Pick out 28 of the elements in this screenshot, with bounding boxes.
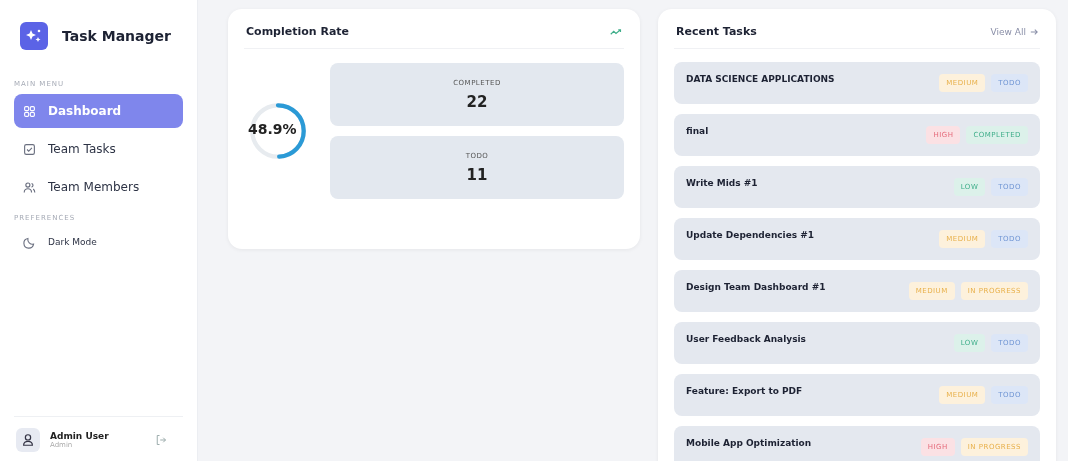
app-title: Task Manager [62,28,171,44]
task-title: Design Team Dashboard #1 [686,282,826,292]
completion-percent: 48.9% [248,121,297,137]
task-title: final [686,126,709,136]
arrow-right-icon [1030,27,1038,36]
task-title: Mobile App Optimization [686,438,812,448]
grid-icon [23,104,36,118]
task-title: Feature: Export to PDF [686,386,803,396]
avatar [16,428,40,452]
nav-item[interactable]: Dark Mode [14,228,183,256]
sparkle-logo-icon [20,22,48,50]
nav-item[interactable]: Team Tasks [14,132,183,166]
users-icon [23,180,36,194]
card-title: Recent Tasks [676,25,757,38]
nav-item[interactable]: Team Members [14,170,183,204]
moon-icon [23,235,36,249]
logout-icon[interactable] [155,434,167,446]
stat-value: 11 [466,165,488,184]
task-title: Update Dependencies #1 [686,230,815,240]
progress-ring [248,101,308,161]
checkbox-icon [23,142,36,156]
user-name: Admin User [50,431,110,441]
task-title: Write Mids #1 [686,178,758,188]
card-title: Completion Rate [246,25,350,38]
task-title: DATA SCIENCE APPLICATIONS [686,74,835,84]
task-title: User Feedback Analysis [686,334,806,344]
stat-value: 22 [466,92,488,111]
trend-up-icon [610,27,622,36]
